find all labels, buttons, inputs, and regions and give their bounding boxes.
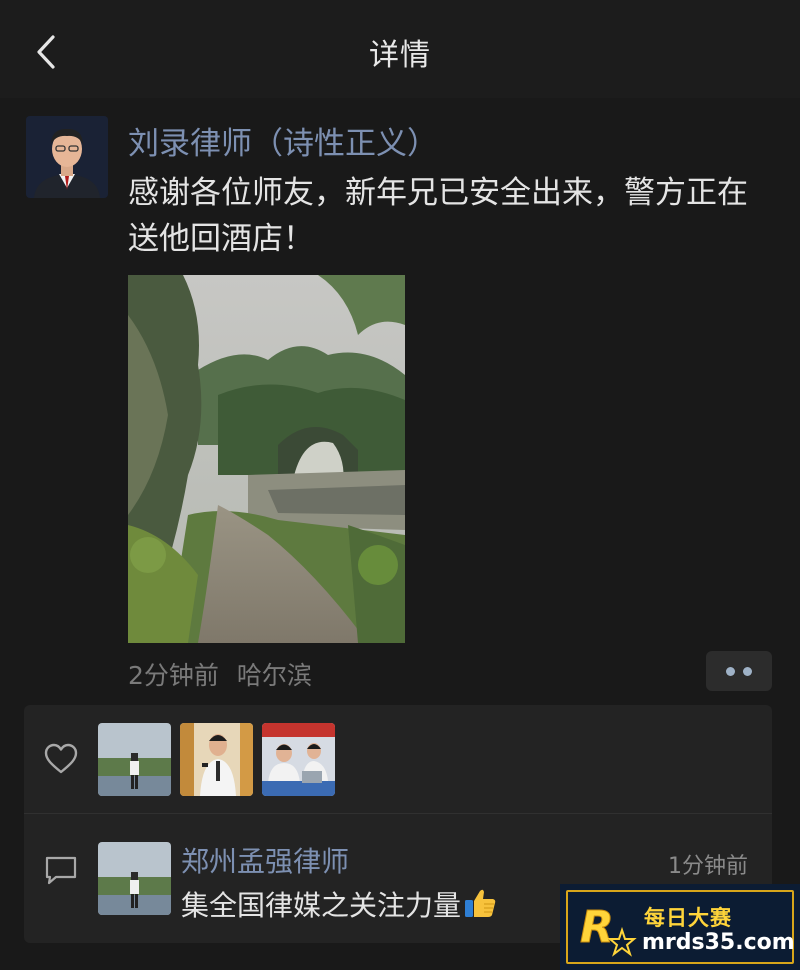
likes-row bbox=[24, 705, 772, 813]
comment-text: 集全国律媒之关注力量 bbox=[181, 884, 497, 924]
commenter-avatar[interactable] bbox=[98, 842, 171, 915]
more-actions-button[interactable] bbox=[706, 651, 772, 691]
liker-avatar[interactable] bbox=[262, 723, 335, 796]
liker-avatar[interactable] bbox=[180, 723, 253, 796]
more-dots-icon bbox=[726, 666, 735, 676]
watermark-url: mrds35.com bbox=[642, 930, 795, 955]
heart-icon bbox=[44, 743, 78, 774]
post-location[interactable]: 哈尔滨 bbox=[237, 661, 312, 690]
comment-time: 1分钟前 bbox=[668, 854, 748, 879]
post-time: 2分钟前 bbox=[128, 661, 219, 690]
svg-text:R: R bbox=[580, 902, 614, 953]
watermark-logo-icon: R bbox=[580, 902, 637, 957]
liker-avatar[interactable] bbox=[98, 723, 171, 796]
thumbs-up-icon bbox=[465, 889, 496, 917]
comment-author-name[interactable]: 郑州孟强律师 bbox=[181, 840, 349, 880]
moments-detail-page: 详情 刘录律师（诗性正义） 感谢各位师友，新年兄已安全出来，警方正在送他回酒店！ bbox=[0, 0, 800, 970]
post-author-name[interactable]: 刘录律师（诗性正义） bbox=[128, 118, 438, 163]
top-bar: 详情 bbox=[0, 0, 800, 98]
watermark: R 每日大赛 mrds35.com bbox=[560, 884, 800, 970]
page-title: 详情 bbox=[369, 38, 431, 73]
post-photo[interactable] bbox=[128, 275, 405, 643]
comment-icon bbox=[45, 856, 77, 885]
post-meta: 2分钟前 哈尔滨 bbox=[128, 656, 312, 692]
watermark-name: 每日大赛 bbox=[644, 906, 732, 930]
comment-text-body: 集全国律媒之关注力量 bbox=[181, 889, 462, 922]
post-text: 感谢各位师友，新年兄已安全出来，警方正在送他回酒店！ bbox=[128, 175, 748, 257]
author-avatar[interactable] bbox=[26, 116, 108, 198]
